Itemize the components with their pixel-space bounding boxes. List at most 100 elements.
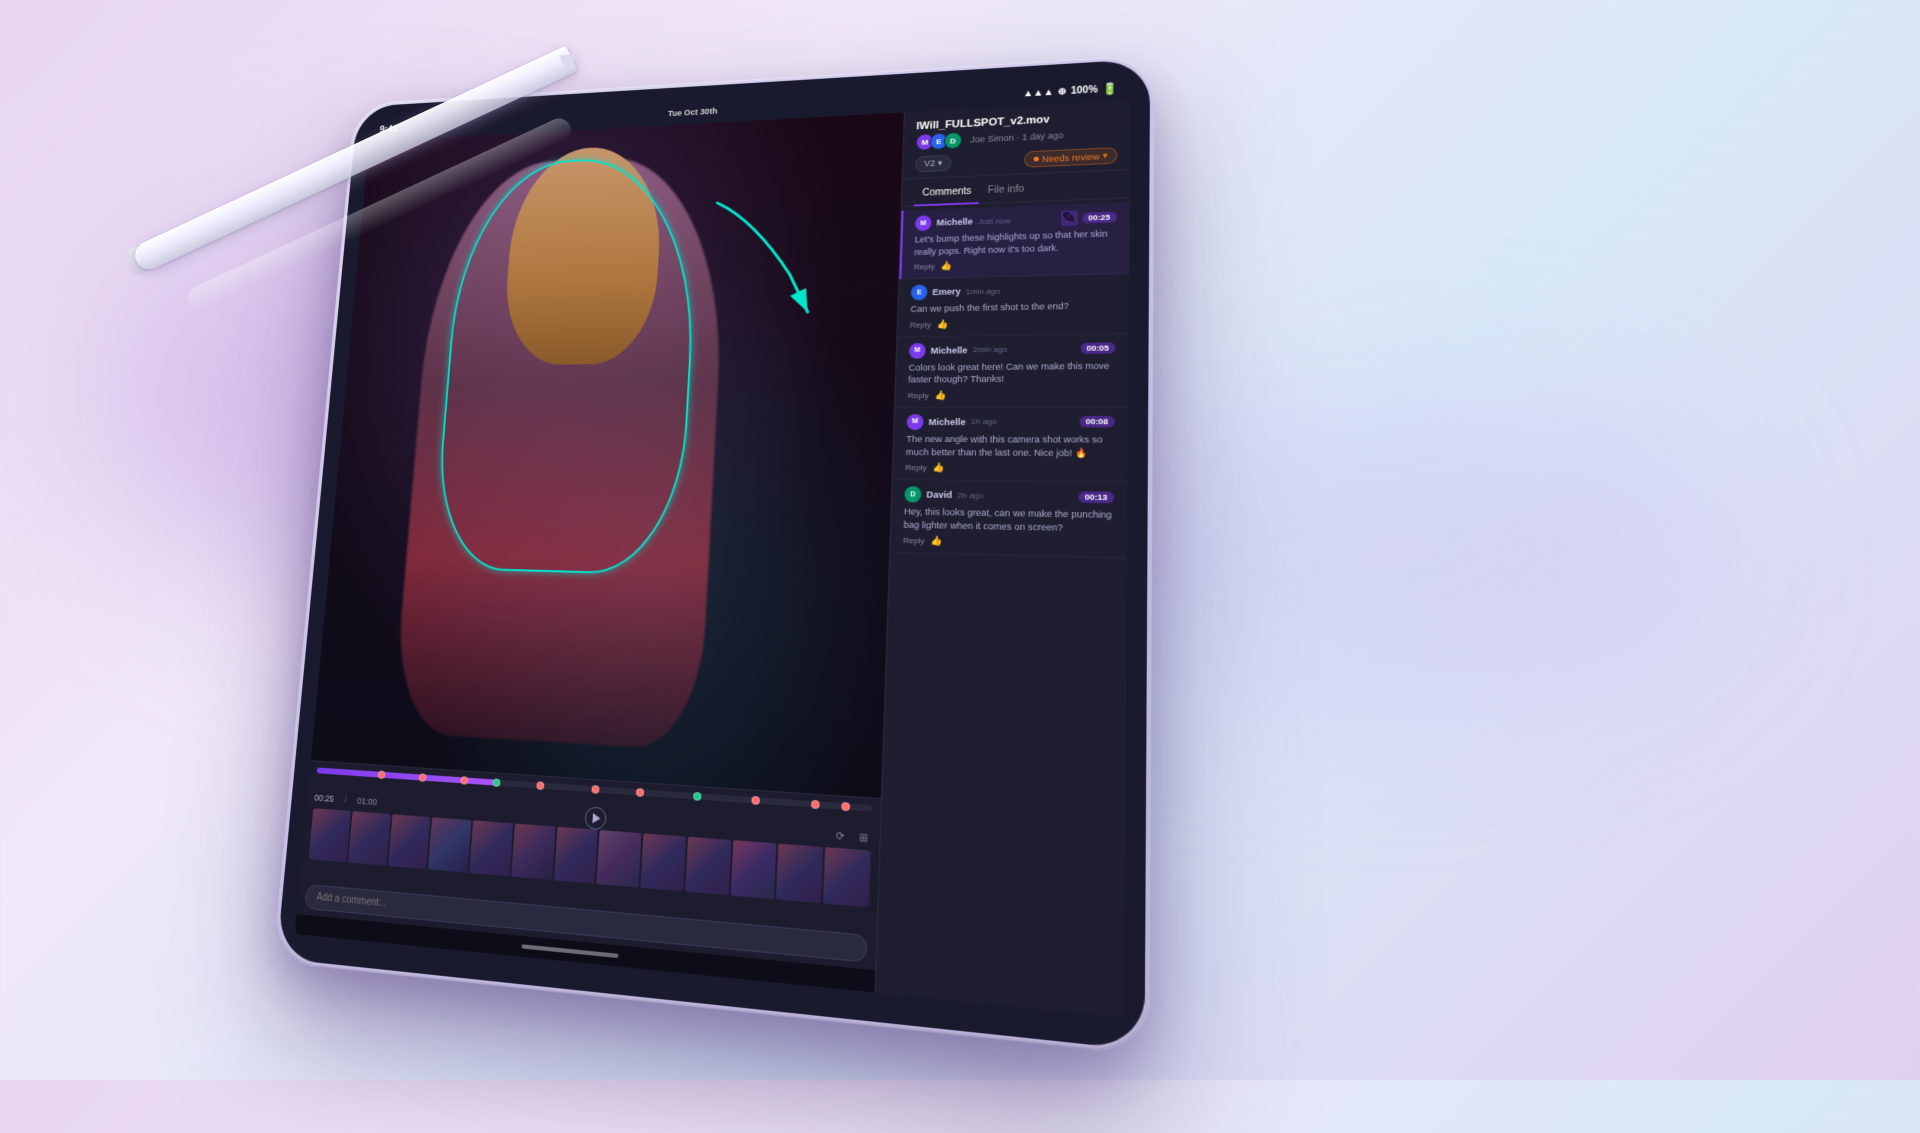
comment-4-reply-btn[interactable]: Reply: [905, 463, 926, 472]
file-header: IWill_FULLSPOT_v2.mov M E D Joe Simon · …: [903, 100, 1131, 179]
comment-4-avatar: M: [907, 414, 924, 430]
status-right: ▲▲▲ ⊕ 100% 🔋: [1023, 82, 1118, 101]
ipad-bezel: 9:41 Tue Oct 30th ▲▲▲ ⊕ 100% 🔋: [276, 59, 1150, 1051]
signal-icon: ▲▲▲: [1023, 87, 1054, 99]
file-actions: V2 ▾ Needs review ▾: [915, 147, 1117, 172]
timeline-dot-red8: [811, 800, 820, 809]
comment-2-header: E Emery 1min ago: [911, 280, 1116, 300]
comment-3-actions: Reply 👍: [908, 389, 1116, 401]
comment-4-header: M Michelle 1h ago 00:08: [907, 414, 1115, 430]
comment-5-author-row: D David 2h ago: [904, 486, 983, 503]
comment-2-time: 1min ago: [966, 286, 1000, 296]
wifi-icon: ⊕: [1058, 86, 1067, 97]
film-frame-11: [730, 840, 776, 899]
play-button[interactable]: [584, 806, 607, 830]
comment-2-author-row: E Emery 1min ago: [911, 283, 1001, 301]
comment-1-badges: ✎ 00:25: [1060, 209, 1116, 227]
comment-3-timestamp[interactable]: 00:05: [1080, 343, 1116, 355]
tab-comments[interactable]: Comments: [914, 180, 980, 206]
comment-1-author: Michelle: [936, 217, 973, 228]
loop-icon[interactable]: ⟳: [833, 828, 848, 844]
comment-item-2: E Emery 1min ago Can we push the first s…: [897, 274, 1129, 337]
comment-3-reply-btn[interactable]: Reply: [908, 391, 929, 400]
tab-file-info[interactable]: File info: [979, 178, 1032, 204]
comment-5-timestamp[interactable]: 00:13: [1078, 491, 1114, 503]
video-area[interactable]: [311, 112, 904, 798]
film-frame-4: [428, 817, 471, 873]
comment-1-text: Let's bump these highlights up so that h…: [914, 227, 1116, 258]
comment-5-header: D David 2h ago 00:13: [904, 486, 1114, 505]
timeline-dot-red7: [751, 796, 760, 805]
film-frame-12: [776, 844, 823, 904]
comment-item-5: D David 2h ago 00:13 Hey, this looks gre…: [890, 480, 1127, 559]
right-panel: IWill_FULLSPOT_v2.mov M E D Joe Simon · …: [874, 100, 1130, 1018]
comment-4-text: The new angle with this camera shot work…: [906, 433, 1115, 460]
battery-icon: 🔋: [1102, 82, 1118, 96]
comment-1-avatar: M: [915, 215, 932, 231]
film-frame-2: [348, 811, 390, 866]
comment-2-reply-btn[interactable]: Reply: [910, 320, 931, 329]
comment-3-author: Michelle: [931, 345, 968, 355]
comment-3-text: Colors look great here! Can we make this…: [908, 359, 1115, 386]
comment-1-edit-icon[interactable]: ✎: [1060, 210, 1077, 226]
film-frame-1: [309, 808, 351, 862]
comment-3-time: 2min ago: [973, 345, 1008, 354]
time-total: 01:00: [357, 796, 378, 807]
comment-1-timestamp[interactable]: 00:25: [1082, 211, 1117, 223]
film-frame-6: [511, 824, 555, 881]
comment-1-author-row: M Michelle Just now: [915, 212, 1011, 231]
comment-1-reply-btn[interactable]: Reply: [914, 262, 935, 271]
comments-list: M Michelle Just now ✎ 00:25 Let's bump t…: [876, 198, 1130, 1017]
comment-2-actions: Reply 👍: [910, 316, 1116, 330]
film-frame-8: [597, 830, 642, 888]
comment-2-like-icon[interactable]: 👍: [937, 319, 949, 330]
avatar-david: D: [944, 132, 963, 150]
pencil-cap: [123, 245, 149, 277]
timeline-dot-red4: [536, 781, 544, 790]
timeline-dot-red9: [841, 802, 850, 811]
arrow-annotation: [671, 178, 873, 371]
comment-5-author: David: [926, 490, 952, 501]
status-date: Tue Oct 30th: [668, 106, 718, 118]
review-status-badge[interactable]: Needs review ▾: [1024, 147, 1117, 168]
comment-5-text: Hey, this looks great, can we make the p…: [903, 506, 1114, 536]
comment-2-author: Emery: [932, 287, 961, 297]
comment-5-avatar: D: [904, 486, 921, 502]
battery-label: 100%: [1071, 84, 1098, 96]
ipad-wrapper: 9:41 Tue Oct 30th ▲▲▲ ⊕ 100% 🔋: [267, 52, 1198, 1133]
comment-2-avatar: E: [911, 285, 928, 301]
ipad-shell: 9:41 Tue Oct 30th ▲▲▲ ⊕ 100% 🔋: [273, 55, 1155, 1056]
comment-2-text: Can we push the first shot to the end?: [910, 299, 1116, 315]
timeline-dot-red6: [636, 788, 644, 797]
play-icon: [592, 813, 600, 824]
comment-3-avatar: M: [909, 343, 926, 359]
film-frame-13: [823, 847, 870, 907]
film-frame-10: [685, 837, 731, 896]
align-icon[interactable]: ⊞: [856, 830, 871, 846]
comment-5-actions: Reply 👍: [903, 535, 1114, 551]
left-panel: 00:25 / 01:00 ⟳ ⊞: [295, 112, 904, 992]
timeline-dot-green: [493, 778, 501, 787]
collaborator-avatars: M E D: [916, 132, 963, 151]
comment-5-reply-btn[interactable]: Reply: [903, 536, 925, 546]
timeline-dot-red2: [419, 773, 427, 781]
film-frame-5: [469, 820, 513, 876]
comment-4-timestamp[interactable]: 00:08: [1079, 416, 1115, 427]
film-frame-9: [640, 833, 685, 891]
comment-5-like-icon[interactable]: 👍: [931, 536, 943, 548]
comment-3-header: M Michelle 2min ago 00:05: [909, 340, 1116, 358]
comment-4-time: 1h ago: [971, 418, 997, 427]
timeline-dot-red: [377, 771, 385, 779]
comment-3-like-icon[interactable]: 👍: [935, 390, 947, 401]
home-bar: [521, 944, 618, 958]
film-frame-3: [388, 814, 431, 869]
status-time: 9:41: [379, 124, 398, 135]
comment-5-time: 2h ago: [957, 491, 983, 501]
comment-4-like-icon[interactable]: 👍: [933, 462, 945, 473]
comment-4-actions: Reply 👍: [905, 462, 1114, 475]
review-dot: [1034, 156, 1039, 161]
version-badge[interactable]: V2 ▾: [915, 155, 952, 173]
timeline-dot-red5: [591, 785, 599, 794]
time-separator: /: [344, 795, 347, 805]
comment-1-like-icon[interactable]: 👍: [941, 261, 953, 272]
